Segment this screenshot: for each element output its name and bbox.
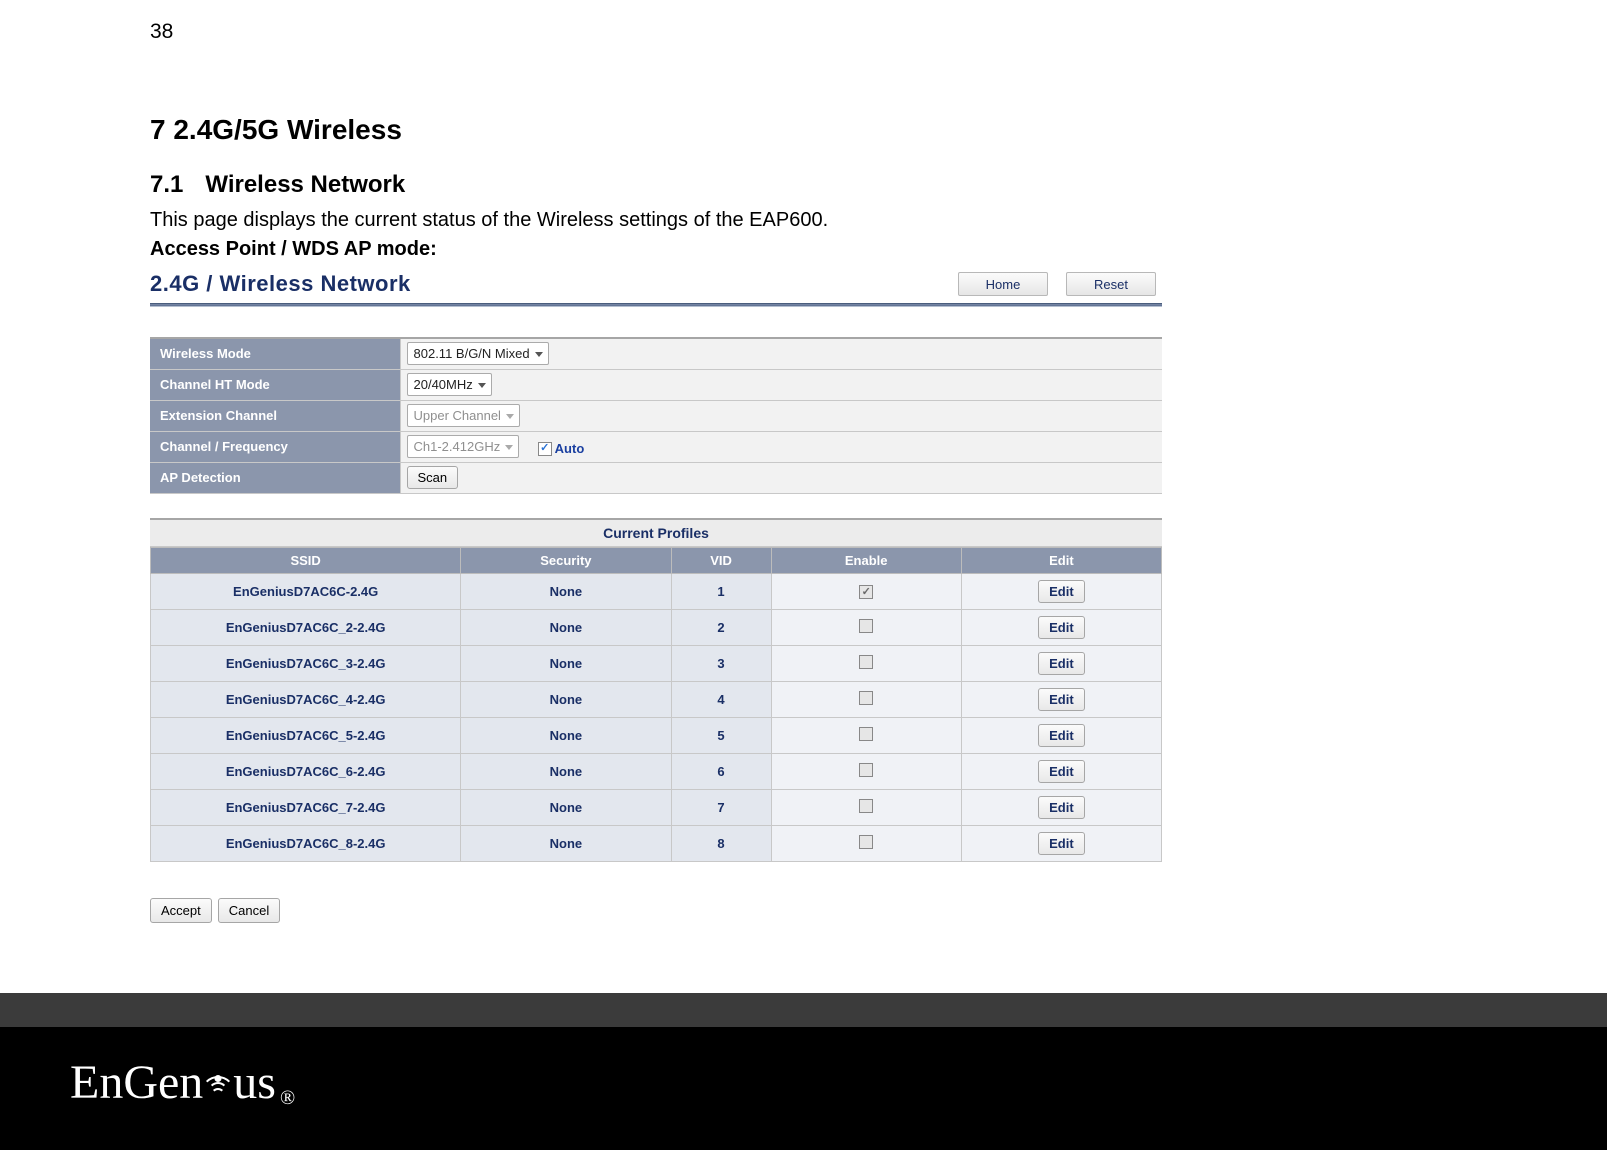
select-wireless-mode[interactable]: 802.11 B/G/N Mixed bbox=[407, 342, 549, 365]
checkbox-enable[interactable] bbox=[859, 619, 873, 633]
profile-row: EnGeniusD7AC6C-2.4GNone1 Edit bbox=[151, 573, 1162, 609]
mode-label: Access Point / WDS AP mode: bbox=[150, 238, 1607, 261]
profile-row: EnGeniusD7AC6C_3-2.4GNone3 Edit bbox=[151, 645, 1162, 681]
select-channel-ht-mode[interactable]: 20/40MHz bbox=[407, 373, 492, 396]
cell-vid: 8 bbox=[671, 825, 771, 861]
label-channel-frequency: Channel / Frequency bbox=[150, 431, 400, 462]
engenius-logo: EnGenus® bbox=[70, 1055, 1607, 1110]
section-number: 7.1 bbox=[150, 171, 183, 198]
row-channel-ht-mode: Channel HT Mode 20/40MHz bbox=[150, 369, 1162, 400]
profiles-caption: Current Profiles bbox=[150, 520, 1162, 547]
label-extension-channel: Extension Channel bbox=[150, 400, 400, 431]
th-enable: Enable bbox=[771, 547, 961, 573]
page-number: 38 bbox=[150, 20, 1607, 44]
wireless-network-panel: 2.4G / Wireless Network Home Reset Wirel… bbox=[150, 267, 1162, 933]
cell-security: None bbox=[461, 645, 671, 681]
cell-security: None bbox=[461, 717, 671, 753]
profiles-table: SSID Security VID Enable Edit EnGeniusD7… bbox=[150, 547, 1162, 862]
cell-vid: 4 bbox=[671, 681, 771, 717]
cell-ssid: EnGeniusD7AC6C_4-2.4G bbox=[151, 681, 461, 717]
cell-ssid: EnGeniusD7AC6C_8-2.4G bbox=[151, 825, 461, 861]
panel-title: 2.4G / Wireless Network bbox=[150, 271, 411, 297]
section-name: Wireless Network bbox=[205, 171, 405, 198]
logo-text-2: us bbox=[233, 1055, 276, 1110]
cell-security: None bbox=[461, 753, 671, 789]
cell-vid: 7 bbox=[671, 789, 771, 825]
edit-button[interactable]: Edit bbox=[1038, 688, 1085, 711]
cell-security: None bbox=[461, 609, 671, 645]
scan-button[interactable]: Scan bbox=[407, 466, 459, 489]
accept-button[interactable]: Accept bbox=[150, 898, 212, 923]
reset-button[interactable]: Reset bbox=[1066, 272, 1156, 296]
row-channel-frequency: Channel / Frequency Ch1-2.412GHz Auto bbox=[150, 431, 1162, 462]
profiles-section: Current Profiles SSID Security VID Enabl… bbox=[150, 518, 1162, 862]
edit-button[interactable]: Edit bbox=[1038, 796, 1085, 819]
edit-button[interactable]: Edit bbox=[1038, 616, 1085, 639]
edit-button[interactable]: Edit bbox=[1038, 580, 1085, 603]
label-auto: Auto bbox=[555, 441, 585, 456]
edit-button[interactable]: Edit bbox=[1038, 760, 1085, 783]
edit-button[interactable]: Edit bbox=[1038, 652, 1085, 675]
checkbox-enable[interactable] bbox=[859, 835, 873, 849]
cell-security: None bbox=[461, 681, 671, 717]
row-extension-channel: Extension Channel Upper Channel bbox=[150, 400, 1162, 431]
cell-vid: 5 bbox=[671, 717, 771, 753]
profile-row: EnGeniusD7AC6C_6-2.4GNone6 Edit bbox=[151, 753, 1162, 789]
cancel-button[interactable]: Cancel bbox=[218, 898, 280, 923]
cell-ssid: EnGeniusD7AC6C_7-2.4G bbox=[151, 789, 461, 825]
cell-vid: 2 bbox=[671, 609, 771, 645]
cell-ssid: EnGeniusD7AC6C_2-2.4G bbox=[151, 609, 461, 645]
home-button[interactable]: Home bbox=[958, 272, 1048, 296]
label-channel-ht-mode: Channel HT Mode bbox=[150, 369, 400, 400]
intro-text: This page displays the current status of… bbox=[150, 209, 1607, 232]
th-security: Security bbox=[461, 547, 671, 573]
cell-ssid: EnGeniusD7AC6C_6-2.4G bbox=[151, 753, 461, 789]
footer-divider bbox=[0, 993, 1607, 1027]
header-underline bbox=[150, 303, 1162, 307]
cell-security: None bbox=[461, 573, 671, 609]
checkbox-enable[interactable] bbox=[859, 691, 873, 705]
profile-row: EnGeniusD7AC6C_7-2.4GNone7 Edit bbox=[151, 789, 1162, 825]
checkbox-enable[interactable] bbox=[859, 585, 873, 599]
th-vid: VID bbox=[671, 547, 771, 573]
th-ssid: SSID bbox=[151, 547, 461, 573]
profile-row: EnGeniusD7AC6C_2-2.4GNone2 Edit bbox=[151, 609, 1162, 645]
cell-ssid: EnGeniusD7AC6C_5-2.4G bbox=[151, 717, 461, 753]
profile-row: EnGeniusD7AC6C_4-2.4GNone4 Edit bbox=[151, 681, 1162, 717]
th-edit: Edit bbox=[961, 547, 1161, 573]
edit-button[interactable]: Edit bbox=[1038, 724, 1085, 747]
checkbox-enable[interactable] bbox=[859, 799, 873, 813]
profile-row: EnGeniusD7AC6C_5-2.4GNone5 Edit bbox=[151, 717, 1162, 753]
cell-security: None bbox=[461, 825, 671, 861]
profile-row: EnGeniusD7AC6C_8-2.4GNone8 Edit bbox=[151, 825, 1162, 861]
cell-vid: 6 bbox=[671, 753, 771, 789]
checkbox-enable[interactable] bbox=[859, 727, 873, 741]
cell-vid: 1 bbox=[671, 573, 771, 609]
row-ap-detection: AP Detection Scan bbox=[150, 462, 1162, 493]
logo-text-1: EnGen bbox=[70, 1055, 203, 1110]
cell-ssid: EnGeniusD7AC6C-2.4G bbox=[151, 573, 461, 609]
select-channel-frequency: Ch1-2.412GHz bbox=[407, 435, 520, 458]
checkbox-enable[interactable] bbox=[859, 655, 873, 669]
settings-table: Wireless Mode 802.11 B/G/N Mixed Channel… bbox=[150, 337, 1162, 494]
cell-ssid: EnGeniusD7AC6C_3-2.4G bbox=[151, 645, 461, 681]
edit-button[interactable]: Edit bbox=[1038, 832, 1085, 855]
cell-security: None bbox=[461, 789, 671, 825]
registered-icon: ® bbox=[280, 1087, 295, 1110]
label-wireless-mode: Wireless Mode bbox=[150, 338, 400, 369]
checkbox-auto[interactable] bbox=[538, 442, 552, 456]
select-extension-channel: Upper Channel bbox=[407, 404, 520, 427]
cell-vid: 3 bbox=[671, 645, 771, 681]
row-wireless-mode: Wireless Mode 802.11 B/G/N Mixed bbox=[150, 338, 1162, 369]
label-ap-detection: AP Detection bbox=[150, 462, 400, 493]
checkbox-enable[interactable] bbox=[859, 763, 873, 777]
section-title: 7.1 Wireless Network bbox=[150, 171, 1607, 199]
footer: EnGenus® bbox=[0, 1027, 1607, 1150]
chapter-title: 7 2.4G/5G Wireless bbox=[150, 114, 1607, 146]
